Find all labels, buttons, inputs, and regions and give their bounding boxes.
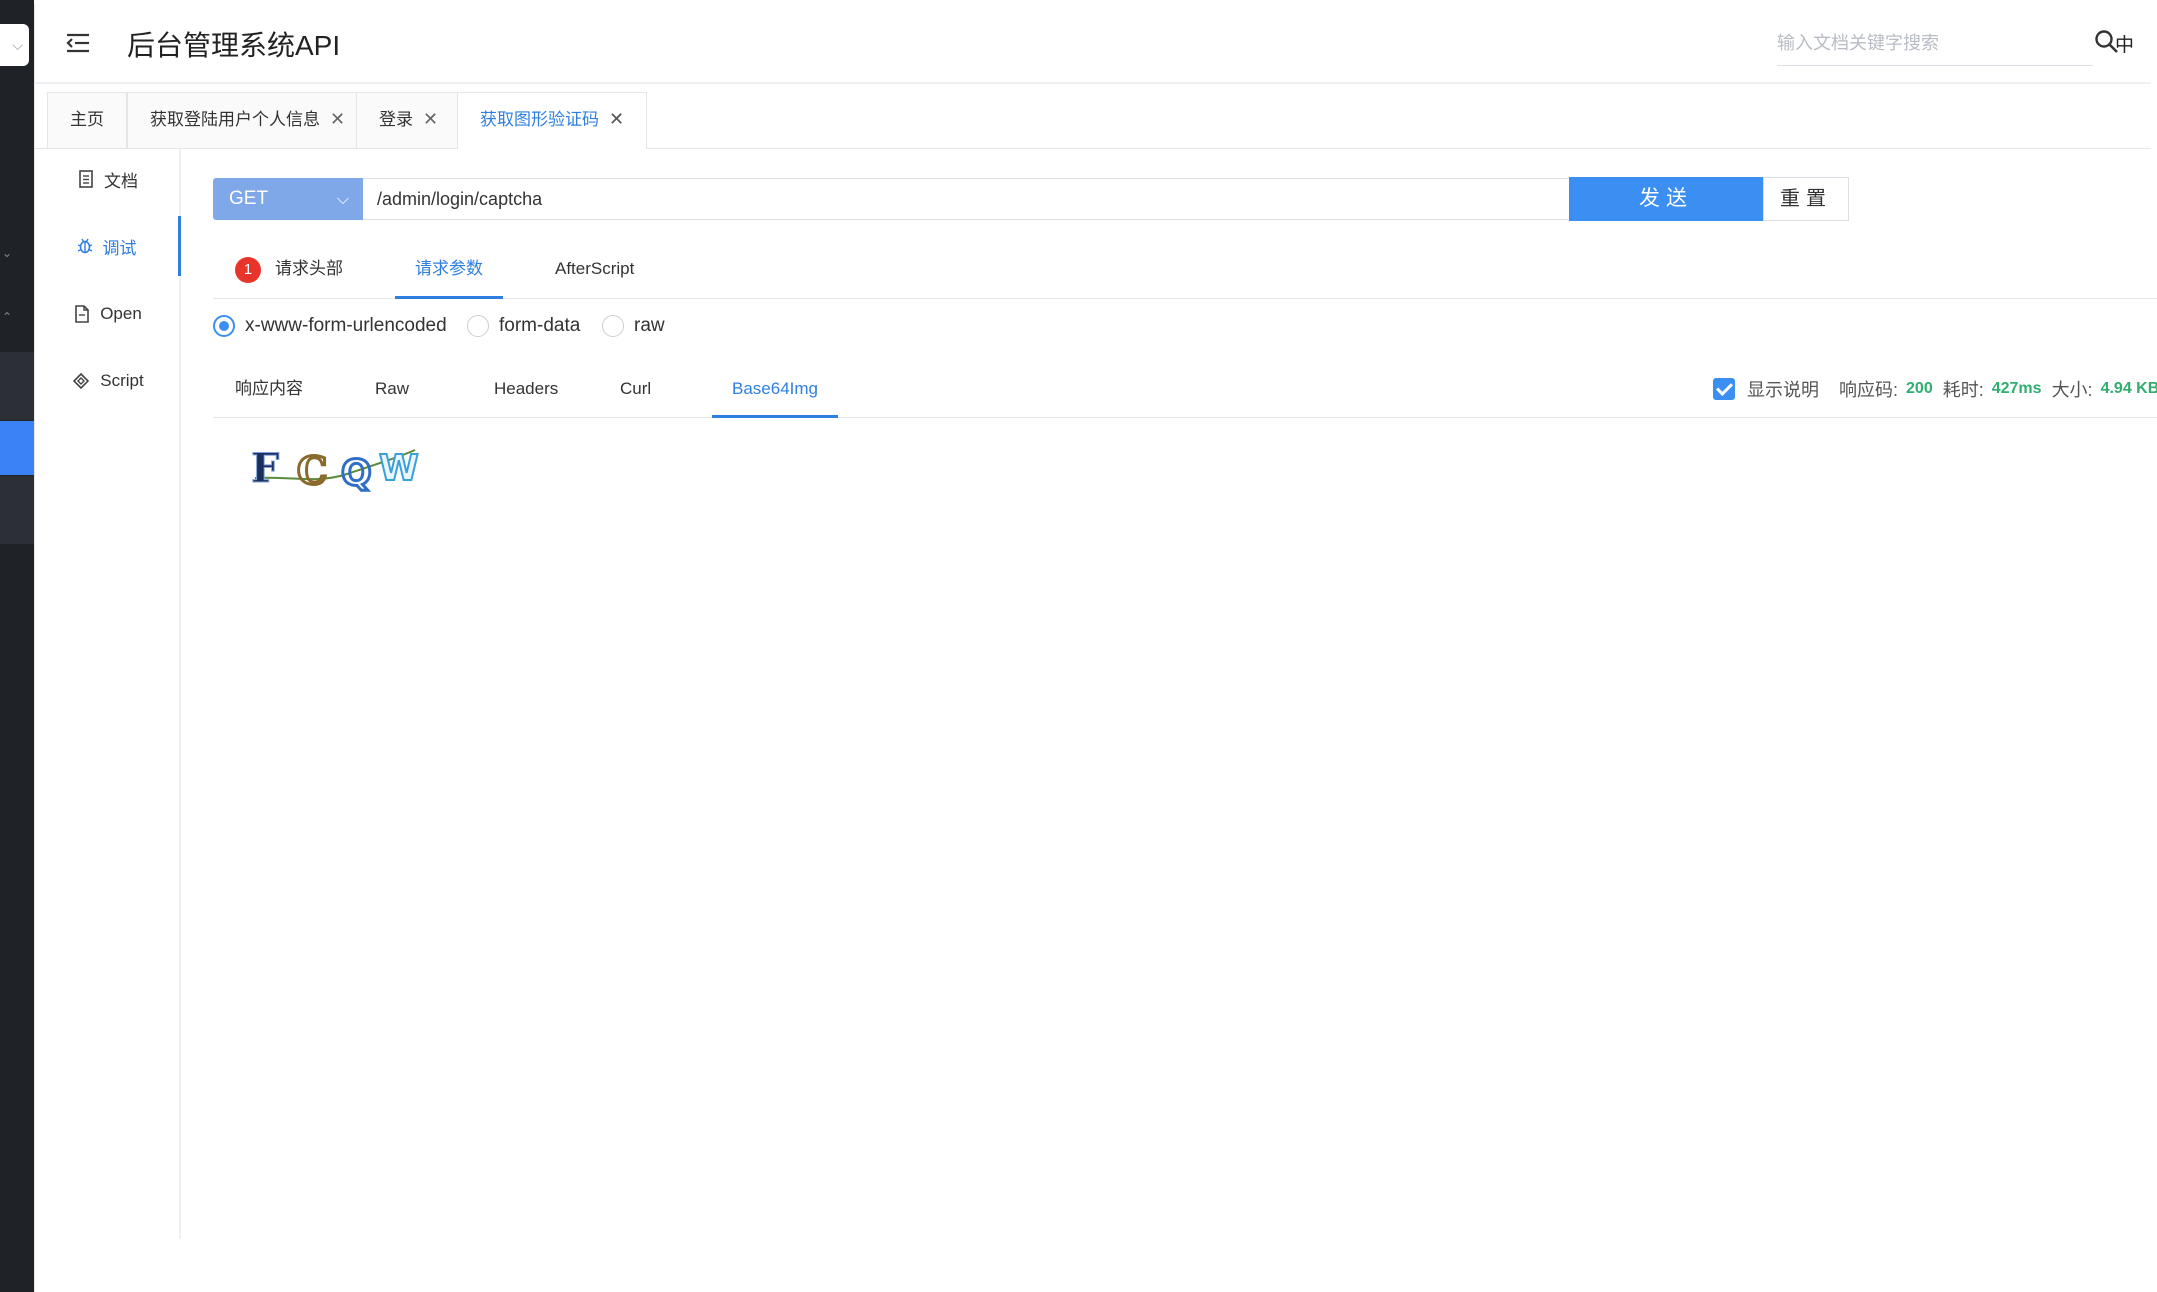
- tab-user-info[interactable]: 获取登陆用户个人信息 ✕: [127, 92, 369, 148]
- size-value: 4.94 KB: [2100, 380, 2157, 397]
- doc-search-input[interactable]: [1777, 22, 2093, 65]
- show-description-label: 显示说明: [1747, 380, 1819, 400]
- tab-label: 主页: [70, 110, 104, 129]
- tab-response-base64img[interactable]: Base64Img: [712, 360, 838, 418]
- rail-item-active[interactable]: [0, 421, 34, 475]
- tab-request-params[interactable]: 请求参数: [395, 239, 503, 299]
- side-nav-script[interactable]: Script: [35, 351, 181, 411]
- close-icon[interactable]: ✕: [609, 93, 624, 147]
- svg-text:W: W: [379, 448, 419, 489]
- tab-response-content[interactable]: 响应内容: [235, 360, 303, 418]
- tab-login[interactable]: 登录 ✕: [356, 92, 462, 148]
- close-icon[interactable]: ✕: [423, 93, 438, 147]
- svg-text:Q: Q: [341, 453, 372, 494]
- show-description-checkbox[interactable]: [1713, 378, 1735, 400]
- close-icon[interactable]: ✕: [330, 93, 345, 147]
- size-label: 大小:: [2051, 380, 2093, 400]
- tab-home[interactable]: 主页: [47, 92, 127, 148]
- tab-label: 获取登陆用户个人信息: [150, 110, 320, 129]
- count-badge: 1: [235, 256, 261, 283]
- chevron-down-icon: ⌵: [12, 38, 23, 54]
- radio-raw[interactable]: raw: [602, 310, 665, 342]
- page-tabbar: 主页 获取登陆用户个人信息 ✕ 登录 ✕ 获取图形验证码 ✕: [35, 92, 2151, 149]
- url-input[interactable]: [363, 179, 1570, 219]
- reset-button[interactable]: 重置: [1763, 177, 1849, 221]
- app-title: 后台管理系统API: [127, 30, 341, 61]
- rail-item[interactable]: [0, 476, 34, 544]
- side-nav-label: 调试: [102, 238, 137, 258]
- code-icon: [73, 372, 90, 390]
- tab-label: 登录: [379, 110, 413, 129]
- request-tabs: 1 请求头部 请求参数 AfterScript: [213, 239, 2157, 299]
- radio-label: form-data: [499, 315, 581, 336]
- doc-search-box[interactable]: [1777, 22, 2093, 66]
- app-rail: ⌵ ⌄ ⌃: [0, 0, 34, 1292]
- radio-urlencoded[interactable]: x-www-form-urlencoded: [213, 310, 447, 342]
- language-switch[interactable]: 中: [2115, 30, 2134, 57]
- method-value: GET: [229, 188, 269, 209]
- document-icon: [79, 170, 93, 188]
- svg-text:F: F: [251, 445, 279, 492]
- tab-label: 请求头部: [275, 259, 343, 278]
- side-nav-open[interactable]: Open: [35, 284, 181, 344]
- chevron-up-icon[interactable]: ⌃: [0, 310, 14, 324]
- url-field[interactable]: [363, 178, 1571, 220]
- side-nav-label: Script: [100, 371, 144, 390]
- elapsed-value: 427ms: [1991, 380, 2042, 397]
- tab-label: AfterScript: [555, 259, 635, 278]
- header: 后台管理系统API 中: [35, 4, 2151, 84]
- captcha-image: F C Q W: [251, 445, 420, 495]
- tab-request-headers[interactable]: 1 请求头部: [213, 239, 365, 299]
- svg-text:C: C: [297, 448, 327, 493]
- page-edge: [2150, 0, 2157, 1292]
- side-nav-doc[interactable]: 文档: [35, 149, 181, 209]
- file-icon: [75, 305, 90, 323]
- tab-response-raw[interactable]: Raw: [375, 360, 409, 418]
- tab-response-headers[interactable]: Headers: [494, 360, 558, 418]
- workspace-dropdown[interactable]: ⌵: [0, 24, 29, 66]
- chevron-down-icon[interactable]: ⌄: [0, 246, 14, 260]
- radio-dot: [602, 315, 624, 337]
- api-side-nav: 文档 调试 Open Script: [35, 149, 181, 1239]
- tab-label: 获取图形验证码: [480, 110, 599, 129]
- response-meta: 显示说明 响应码: 200 耗时: 427ms 大小: 4.94 KB: [1713, 374, 2157, 404]
- status-code-value: 200: [1906, 380, 1933, 397]
- app-frame: 后台管理系统API 中 主页 获取登陆用户个人信息 ✕ 登录 ✕ 获取图形验证码 ✕: [34, 4, 2157, 1292]
- radio-form-data[interactable]: form-data: [467, 310, 580, 342]
- tab-response-curl[interactable]: Curl: [620, 360, 651, 418]
- side-nav-debug[interactable]: 调试: [35, 216, 181, 276]
- tab-afterscript[interactable]: AfterScript: [555, 239, 634, 299]
- send-button[interactable]: 发送: [1569, 177, 1763, 221]
- radio-dot: [213, 315, 235, 337]
- status-code-label: 响应码:: [1839, 380, 1899, 400]
- radio-dot: [467, 315, 489, 337]
- tab-label: 请求参数: [415, 259, 483, 278]
- tab-captcha[interactable]: 获取图形验证码 ✕: [457, 92, 648, 149]
- bug-icon: [77, 238, 92, 254]
- side-nav-label: Open: [100, 304, 142, 323]
- radio-label: raw: [634, 315, 665, 336]
- menu-collapse-icon[interactable]: [63, 28, 93, 58]
- radio-label: x-www-form-urlencoded: [245, 315, 447, 336]
- http-method-select[interactable]: GET ⌵: [213, 178, 363, 220]
- rail-item[interactable]: [0, 352, 34, 420]
- chevron-down-icon: ⌵: [336, 189, 349, 208]
- elapsed-label: 耗时:: [1942, 380, 1984, 400]
- side-nav-label: 文档: [104, 171, 138, 191]
